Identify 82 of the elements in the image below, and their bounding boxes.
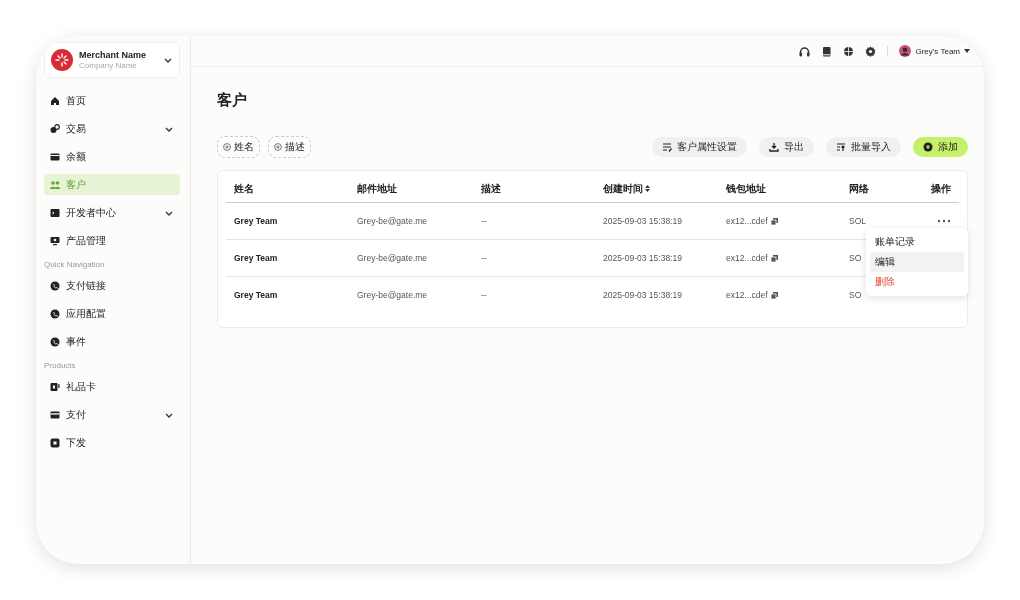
plus-circle-icon	[923, 142, 933, 152]
column-header: 描述	[480, 181, 502, 196]
home-icon	[50, 95, 60, 106]
book-icon	[821, 45, 833, 57]
users-icon	[50, 179, 60, 190]
table-cell-text: Grey-be@gate.me	[356, 253, 429, 263]
column-header: 姓名	[233, 181, 255, 196]
filter-chip[interactable]: 姓名	[217, 136, 260, 158]
sidebar-item[interactable]: 开发者中心	[44, 202, 180, 223]
table-cell: SOL	[849, 216, 866, 226]
table-cell: ex12...cdef	[726, 216, 768, 226]
merchant-logo-icon	[51, 49, 73, 71]
globe-icon	[843, 45, 855, 57]
sidebar-item[interactable]: 产品管理	[44, 230, 180, 251]
plus-circle-icon	[274, 143, 282, 151]
table-cell-text: 2025-09-03 15:38:19	[602, 216, 683, 226]
menu-item[interactable]: 编辑	[870, 252, 964, 272]
plus-circle-icon	[223, 143, 231, 151]
table-cell-text: --	[480, 253, 488, 263]
sortable-column-header[interactable]: 创建时间	[595, 181, 718, 196]
headset-icon	[799, 45, 811, 57]
caret-down-icon	[964, 49, 970, 53]
sidebar-item[interactable]: 下发	[44, 432, 180, 453]
merchant-switcher[interactable]: Merchant Name Company Name	[44, 42, 180, 78]
square-icon	[50, 437, 60, 448]
sidebar-item[interactable]: 支付	[44, 404, 180, 425]
column-header: 网络	[848, 181, 870, 196]
list-settings-icon	[662, 142, 672, 152]
company-name: Company Name	[79, 61, 138, 70]
merchant-name: Merchant Name	[79, 50, 148, 60]
download-icon	[769, 142, 779, 152]
action-button[interactable]: 导出	[759, 137, 814, 157]
action-button[interactable]: 批量导入	[826, 137, 901, 157]
filter-chip[interactable]: 描述	[268, 136, 311, 158]
table-cell-text: --	[480, 216, 488, 226]
menu-item[interactable]: 账单记录	[870, 232, 964, 252]
table-cell-text: Grey-be@gate.me	[356, 216, 429, 226]
avatar-icon	[899, 45, 912, 57]
sidebar-item[interactable]: 礼品卡	[44, 376, 180, 397]
wallet-icon	[50, 151, 60, 162]
sidebar-item[interactable]: 支付链接	[44, 275, 180, 296]
sidebar-item[interactable]: 首页	[44, 90, 180, 111]
copy-icon[interactable]	[770, 254, 778, 262]
table-cell: ex12...cdef	[726, 253, 768, 263]
phone-icon	[50, 336, 60, 347]
table-cell-text: Grey Team	[233, 216, 279, 226]
table-cell: ex12...cdef	[726, 290, 768, 300]
table-cell-text: Grey Team	[233, 253, 279, 263]
section-heading: Products	[44, 361, 77, 370]
phone-icon	[50, 308, 60, 319]
sidebar-item[interactable]: 应用配置	[44, 303, 180, 324]
table-cell-text: --	[480, 290, 488, 300]
action-button[interactable]: 客户属性设置	[652, 137, 747, 157]
import-icon	[836, 142, 846, 152]
sidebar-item[interactable]: 余额	[44, 146, 180, 167]
table-cell-text: Grey-be@gate.me	[356, 290, 429, 300]
monitor-icon	[50, 235, 60, 246]
table-cell-text: 2025-09-03 15:38:19	[602, 253, 683, 263]
sidebar-item[interactable]: 交易	[44, 118, 180, 139]
phone-icon	[50, 280, 60, 291]
table-cell: SO	[849, 253, 862, 263]
user-menu[interactable]: Grey's Team	[899, 45, 970, 57]
sort-icon	[645, 185, 650, 192]
column-header: 操作	[930, 181, 952, 196]
settings-icon	[865, 45, 877, 57]
card-icon	[50, 409, 60, 420]
menu-item[interactable]: 删除	[870, 272, 964, 292]
more-icon[interactable]	[937, 219, 951, 223]
sidebar-item[interactable]: 事件	[44, 331, 180, 352]
terminal-icon	[50, 207, 60, 218]
table-cell: SO	[849, 290, 862, 300]
page-title: 客户	[217, 91, 248, 110]
copy-icon[interactable]	[770, 217, 778, 225]
add-button[interactable]: 添加	[913, 137, 968, 157]
column-header: 钱包地址	[725, 181, 767, 196]
section-heading: Quick Navigation	[44, 260, 106, 269]
table-cell-text: 2025-09-03 15:38:19	[602, 290, 683, 300]
table-cell-text: Grey Team	[233, 290, 279, 300]
gift-card-icon	[50, 381, 60, 392]
column-header: 邮件地址	[356, 181, 398, 196]
copy-icon[interactable]	[770, 291, 778, 299]
coins-icon	[50, 123, 60, 134]
